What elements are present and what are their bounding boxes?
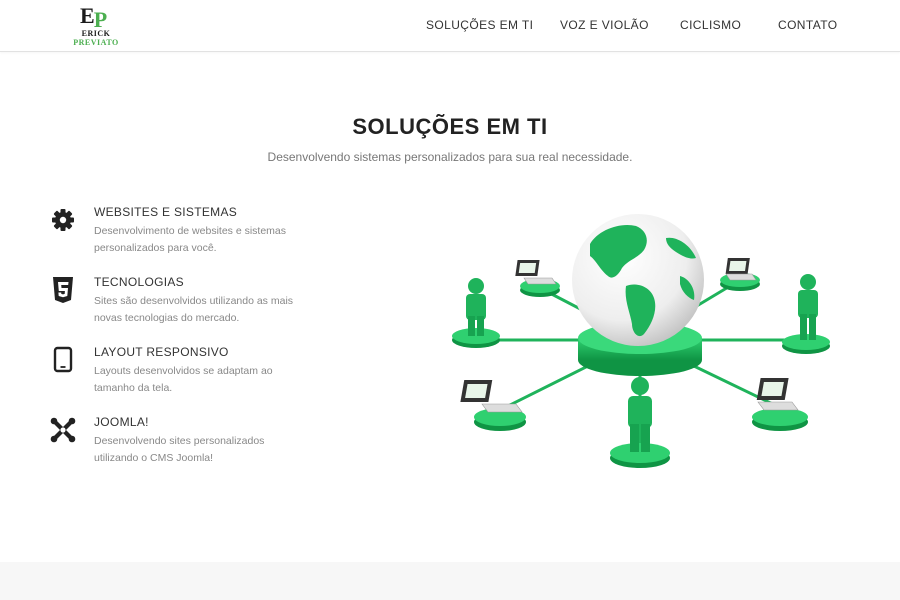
feature-websites: WEBSITES E SISTEMAS Desenvolvimento de w… (48, 205, 348, 265)
feature-title: JOOMLA! (94, 415, 149, 429)
header-bar: EP ERICK PREVIATO SOLUÇÕES EM TI VOZ E V… (0, 0, 900, 52)
nav-contato[interactable]: CONTATO (778, 18, 837, 32)
joomla-icon (48, 415, 78, 445)
feature-joomla: JOOMLA! Desenvolvendo sites personalizad… (48, 415, 348, 475)
feature-description: Sites são desenvolvidos utilizando as ma… (94, 295, 294, 324)
logo-name-last: PREVIATO (73, 38, 119, 47)
html5-icon (48, 275, 78, 305)
nav-ciclismo[interactable]: CICLISMO (680, 18, 741, 32)
feature-description: Layouts desenvolvidos se adaptam ao tama… (94, 365, 273, 394)
laptop-top-left (515, 260, 560, 297)
laptop-top-right (720, 258, 760, 291)
nav-voz-e-violao[interactable]: VOZ E VIOLÃO (560, 18, 649, 32)
feature-tecnologias: TECNOLOGIAS Sites são desenvolvidos util… (48, 275, 348, 335)
feature-title: TECNOLOGIAS (94, 275, 184, 289)
laptop-bottom-left (460, 380, 526, 431)
feature-title: LAYOUT RESPONSIVO (94, 345, 229, 359)
person-bottom (610, 377, 670, 468)
site-logo[interactable]: EP ERICK PREVIATO (72, 4, 120, 48)
logo-letter-e: E (80, 3, 95, 28)
tablet-icon (48, 345, 78, 375)
person-right (782, 274, 830, 354)
next-section-band (0, 562, 900, 600)
logo-name-first: ERICK (81, 29, 111, 38)
feature-title: WEBSITES E SISTEMAS (94, 205, 238, 219)
section-title: SOLUÇÕES EM TI (352, 114, 548, 139)
laptop-bottom-right (752, 378, 808, 431)
feature-layout-responsivo: LAYOUT RESPONSIVO Layouts desenvolvidos … (48, 345, 348, 405)
logo-mark: EP (80, 3, 107, 32)
gear-icon (48, 205, 78, 235)
feature-description: Desenvolvendo sites personalizados utili… (94, 435, 265, 464)
person-left (452, 278, 500, 348)
section-subtitle: Desenvolvendo sistemas personalizados pa… (267, 150, 633, 164)
nav-solucoes-em-ti[interactable]: SOLUÇÕES EM TI (426, 18, 533, 32)
network-globe-illustration (440, 200, 850, 500)
feature-description: Desenvolvimento de websites e sistemas p… (94, 225, 287, 254)
